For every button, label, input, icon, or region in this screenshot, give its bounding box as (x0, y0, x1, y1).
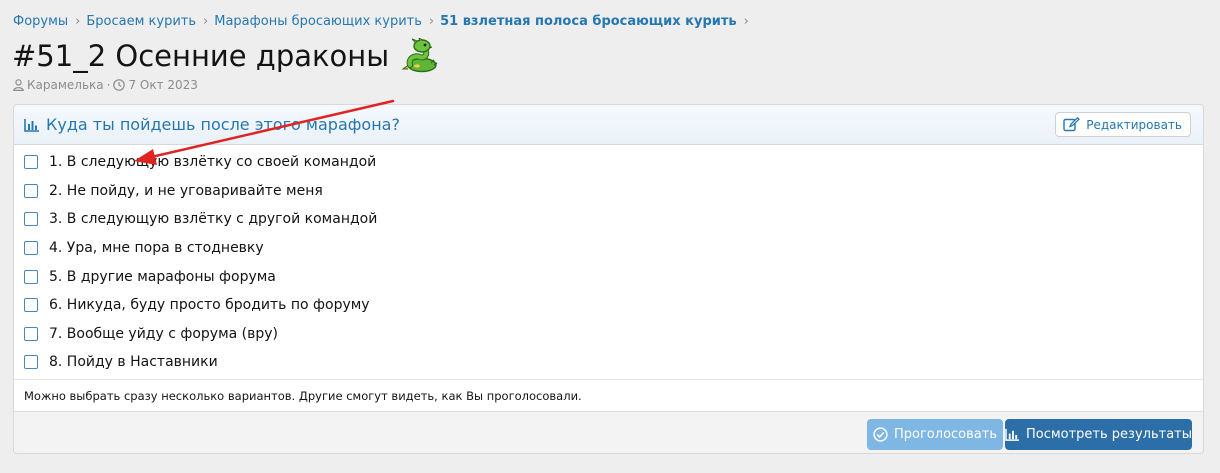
view-results-button[interactable]: Посмотреть результаты (1005, 419, 1192, 450)
poll-option-7[interactable]: 7. Вообще уйду с форума (вру) (14, 320, 1203, 349)
breadcrumb-item-forums[interactable]: Форумы (13, 14, 68, 29)
breadcrumb: Форумы › Бросаем курить › Марафоны броса… (13, 12, 755, 30)
thread-date[interactable]: 7 Окт 2023 (128, 78, 198, 92)
poll-option-label: 1. В следующую взлётку со своей командой (49, 154, 377, 171)
checkbox[interactable] (24, 241, 38, 256)
view-results-label: Посмотреть результаты (1025, 427, 1192, 442)
poll-option-label: 5. В другие марафоны форума (49, 268, 276, 285)
edit-poll-button[interactable]: Редактировать (1055, 112, 1191, 137)
poll-option-1[interactable]: 1. В следующую взлётку со своей командой (14, 148, 1203, 177)
poll-option-2[interactable]: 2. Не пойду, и не уговаривайте меня (14, 177, 1203, 206)
chevron-right-icon: › (743, 13, 749, 29)
user-icon (13, 79, 24, 91)
poll-block: Куда ты пойдешь после этого марафона? Ре… (13, 104, 1204, 454)
poll-option-4[interactable]: 4. Ура, мне пора в стодневку (14, 234, 1203, 263)
poll-option-5[interactable]: 5. В другие марафоны форума (14, 262, 1203, 291)
chevron-right-icon: › (203, 13, 209, 29)
chevron-right-icon: › (75, 13, 81, 29)
poll-header: Куда ты пойдешь после этого марафона? Ре… (14, 105, 1203, 145)
bar-chart-icon (24, 118, 39, 132)
poll-option-label: 6. Никуда, буду просто бродить по форуму (49, 297, 370, 314)
vote-button-label: Проголосовать (894, 427, 997, 442)
checkbox[interactable] (24, 326, 38, 341)
checkbox[interactable] (24, 155, 38, 170)
poll-option-label: 4. Ура, мне пора в стодневку (49, 240, 264, 257)
breadcrumb-item-quit-smoking[interactable]: Бросаем курить (86, 14, 196, 29)
poll-options: 1. В следующую взлётку со своей командой… (14, 145, 1203, 377)
poll-option-label: 8. Пойду в Наставники (49, 354, 218, 371)
poll-option-label: 2. Не пойду, и не уговаривайте меня (49, 182, 323, 199)
clock-icon (113, 79, 126, 91)
checkbox[interactable] (24, 183, 38, 198)
poll-option-6[interactable]: 6. Никуда, буду просто бродить по форуму (14, 291, 1203, 320)
checkbox[interactable] (24, 212, 38, 227)
poll-question: Куда ты пойдешь после этого марафона? (46, 115, 400, 134)
check-circle-icon (873, 427, 888, 442)
poll-hint: Можно выбрать сразу несколько вариантов.… (14, 379, 1203, 411)
checkbox[interactable] (24, 269, 38, 284)
poll-footer: Проголосовать Посмотреть результаты (14, 411, 1203, 453)
edit-poll-label: Редактировать (1086, 117, 1182, 132)
page-title-text: #51_2 Осенние драконы (12, 39, 390, 73)
thread-meta: Карамелька · 7 Окт 2023 (13, 77, 198, 93)
poll-option-8[interactable]: 8. Пойду в Наставники (14, 348, 1203, 377)
breadcrumb-item-marathons[interactable]: Марафоны бросающих курить (214, 14, 422, 29)
poll-option-label: 7. Вообще уйду с форума (вру) (49, 325, 279, 342)
poll-title: Куда ты пойдешь после этого марафона? (24, 115, 400, 134)
meta-separator: · (106, 78, 111, 92)
breadcrumb-item-runway-51[interactable]: 51 взлетная полоса бросающих курить (440, 14, 737, 29)
checkbox[interactable] (24, 298, 38, 313)
chevron-right-icon: › (428, 13, 435, 29)
bar-chart-icon (1005, 428, 1019, 441)
checkbox[interactable] (24, 355, 38, 370)
edit-icon (1063, 117, 1081, 132)
vote-button[interactable]: Проголосовать (867, 419, 1003, 450)
poll-option-label: 3. В следующую взлётку с другой командой (49, 211, 378, 228)
dragon-icon (401, 38, 438, 73)
thread-author[interactable]: Карамелька (27, 78, 104, 92)
poll-option-3[interactable]: 3. В следующую взлётку с другой командой (14, 205, 1203, 234)
page-title: #51_2 Осенние драконы (12, 36, 439, 76)
